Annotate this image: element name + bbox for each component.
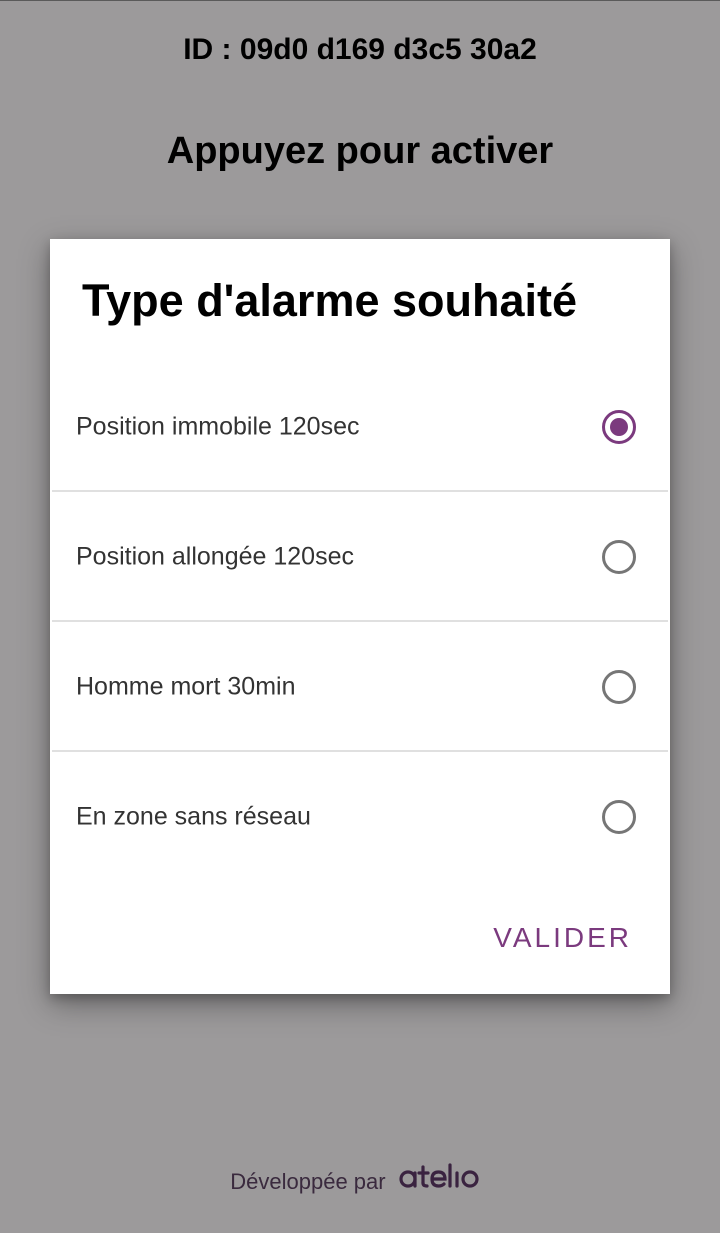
status-edge [0,0,720,1]
dialog-title: Type d'alarme souhaité [82,275,578,326]
developed-by-label: Développée par [230,1169,386,1195]
radio-button[interactable] [602,800,636,834]
footer-credits: Développée par [0,1163,720,1196]
activate-prompt[interactable]: Appuyez pour activer [0,130,720,173]
valider-button[interactable]: VALIDER [493,922,632,954]
option-position-allongee[interactable]: Position allongée 120sec [52,492,668,622]
alarm-type-dialog: Type d'alarme souhaité Position immobile… [50,239,670,994]
radio-button[interactable] [602,540,636,574]
radio-button[interactable] [602,670,636,704]
option-zone-sans-reseau[interactable]: En zone sans réseau [52,752,668,882]
option-label: Position immobile 120sec [76,412,360,441]
atelio-logo [398,1162,490,1196]
option-label: Homme mort 30min [76,672,296,701]
option-homme-mort[interactable]: Homme mort 30min [52,622,668,752]
option-label: En zone sans réseau [76,802,311,831]
option-position-immobile[interactable]: Position immobile 120sec [52,362,668,492]
radio-button-checked[interactable] [602,410,636,444]
device-id-label: ID : 09d0 d169 d3c5 30a2 [183,33,537,66]
option-label: Position allongée 120sec [76,542,354,571]
